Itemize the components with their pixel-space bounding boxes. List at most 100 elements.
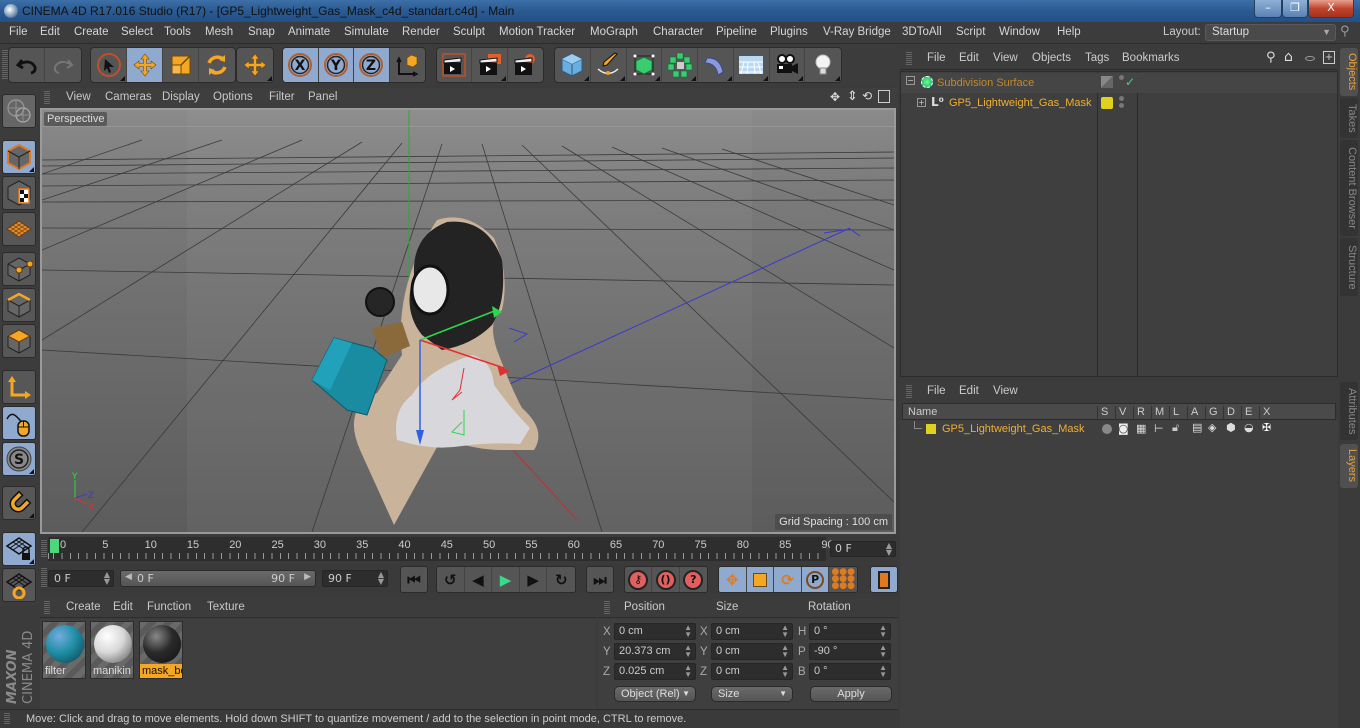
- collapse-icon[interactable]: −: [906, 76, 915, 85]
- magnet-button[interactable]: [2, 486, 36, 520]
- go-to-end-button[interactable]: ⏭: [587, 567, 613, 592]
- previous-frame-button[interactable]: ◀: [465, 567, 493, 592]
- camera-button[interactable]: [770, 48, 806, 82]
- maximize-view-icon[interactable]: [878, 90, 890, 103]
- menu-mesh[interactable]: Mesh: [205, 26, 233, 38]
- generator-icon[interactable]: ◈: [1208, 421, 1216, 434]
- size-z-field[interactable]: 0 cm ▲ ▼: [711, 663, 793, 680]
- viewport-menu-filter[interactable]: Filter: [269, 91, 295, 103]
- new-view-icon[interactable]: +: [1323, 51, 1335, 64]
- tab-takes[interactable]: Takes: [1340, 98, 1358, 138]
- model-mode-button[interactable]: [2, 140, 36, 174]
- enabled-check-icon[interactable]: ✓: [1125, 75, 1135, 89]
- position-z-field[interactable]: 0.025 cm ▲ ▼: [614, 663, 696, 680]
- layout-dropdown[interactable]: Startup ▼: [1205, 24, 1336, 41]
- render-dot-icon[interactable]: [1119, 103, 1124, 108]
- preview-range-slider[interactable]: ◀ 0 F 90 F ▶: [120, 570, 316, 587]
- previous-keyframe-button[interactable]: ↺: [437, 567, 465, 592]
- search-icon[interactable]: ⚲: [1340, 24, 1356, 40]
- menu-help[interactable]: Help: [1057, 26, 1081, 38]
- layer-color-icon[interactable]: [926, 424, 936, 434]
- menu-vray-bridge[interactable]: V-Ray Bridge: [823, 26, 891, 38]
- om-menu-objects[interactable]: Objects: [1032, 52, 1071, 64]
- spinner-icon[interactable]: ▲ ▼: [684, 644, 692, 659]
- render-clapper-icon[interactable]: ▦: [1136, 422, 1146, 435]
- spinner-icon[interactable]: ▲ ▼: [781, 644, 789, 659]
- lm-menu-file[interactable]: File: [927, 385, 946, 397]
- layer-manager-grip[interactable]: [906, 385, 912, 399]
- tab-layers[interactable]: Layers: [1340, 444, 1358, 488]
- rotation-p-field[interactable]: -90 ° ▲ ▼: [809, 643, 891, 660]
- keyframe-selection-button[interactable]: ?: [680, 567, 707, 592]
- viewport-menu-options[interactable]: Options: [213, 91, 253, 103]
- column-view[interactable]: V: [1115, 406, 1126, 421]
- solo-icon[interactable]: [1102, 424, 1112, 434]
- go-to-start-button[interactable]: ⏮: [401, 567, 427, 592]
- minimize-button[interactable]: –: [1254, 0, 1282, 18]
- material-menu-create[interactable]: Create: [66, 601, 101, 613]
- column-animation[interactable]: A: [1187, 406, 1198, 421]
- menu-select[interactable]: Select: [121, 26, 153, 38]
- visibility-dot-icon[interactable]: [1119, 75, 1124, 80]
- spinner-icon[interactable]: ▲ ▼: [104, 571, 110, 586]
- eye-toggle-icon[interactable]: [1305, 56, 1315, 61]
- axis-mode-button[interactable]: [2, 370, 36, 404]
- home-icon[interactable]: ⌂: [1284, 49, 1293, 65]
- lm-menu-edit[interactable]: Edit: [959, 385, 979, 397]
- menu-simulate[interactable]: Simulate: [344, 26, 389, 38]
- om-menu-file[interactable]: File: [927, 52, 946, 64]
- light-button[interactable]: [805, 48, 841, 82]
- live-selection-button[interactable]: [91, 48, 127, 82]
- expression-icon[interactable]: ◒: [1244, 421, 1254, 434]
- menu-edit[interactable]: Edit: [40, 26, 60, 38]
- object-name[interactable]: GP5_Lightweight_Gas_Mask: [949, 97, 1091, 109]
- z-axis-lock-button[interactable]: Z: [354, 48, 390, 82]
- visibility-dot-icon[interactable]: [1119, 96, 1124, 101]
- apply-button[interactable]: Apply: [810, 686, 892, 702]
- material-menu-edit[interactable]: Edit: [113, 601, 133, 613]
- menu-snap[interactable]: Snap: [248, 26, 275, 38]
- layer-color-tag-icon[interactable]: [1101, 97, 1113, 109]
- object-row-subdivision-surface[interactable]: − Subdivision Surface ✓: [901, 73, 1337, 93]
- recent-tool-button[interactable]: [237, 48, 273, 82]
- spinner-icon[interactable]: ▲ ▼: [684, 664, 692, 679]
- range-left-arrow-icon[interactable]: ◀: [125, 572, 132, 582]
- search-icon[interactable]: ⚲: [1266, 50, 1276, 65]
- material-manikin[interactable]: manikin: [90, 621, 134, 679]
- menu-sculpt[interactable]: Sculpt: [453, 26, 485, 38]
- redo-button[interactable]: [45, 48, 81, 82]
- timeline-window-button[interactable]: [871, 567, 897, 592]
- om-menu-view[interactable]: View: [993, 52, 1018, 64]
- spinner-icon[interactable]: ▲ ▼: [879, 644, 887, 659]
- column-generators[interactable]: G: [1205, 406, 1218, 421]
- camera-label[interactable]: Perspective: [44, 112, 108, 126]
- texture-mode-button[interactable]: [2, 176, 36, 210]
- column-manager[interactable]: M: [1151, 406, 1164, 421]
- key-point-level-button[interactable]: ●●● ●●● ●●●: [829, 567, 857, 592]
- menu-window[interactable]: Window: [999, 26, 1040, 38]
- spinner-icon[interactable]: ▲ ▼: [781, 624, 789, 639]
- object-manager-grip[interactable]: [906, 52, 912, 66]
- polygons-mode-button[interactable]: [2, 324, 36, 358]
- timeline-ruler[interactable]: 0 5 10 15 20 25 30 35 40 45 50 55 60 65 70 75 80 85 90: [48, 537, 834, 561]
- material-grip[interactable]: [44, 601, 50, 615]
- record-keys-button[interactable]: ⚷: [625, 567, 653, 592]
- current-frame-field[interactable]: 0 F ▲ ▼: [830, 541, 896, 557]
- viewport-menu-view[interactable]: View: [66, 91, 91, 103]
- size-x-field[interactable]: 0 cm ▲ ▼: [711, 623, 793, 640]
- rotation-b-field[interactable]: 0 ° ▲ ▼: [809, 663, 891, 680]
- viewport-menu-display[interactable]: Display: [162, 91, 200, 103]
- column-expressions[interactable]: E: [1241, 406, 1252, 421]
- render-view-button[interactable]: [437, 48, 473, 82]
- rotation-h-field[interactable]: 0 ° ▲ ▼: [809, 623, 891, 640]
- expand-icon[interactable]: +: [917, 98, 926, 107]
- viewport-grip[interactable]: [44, 91, 50, 105]
- make-editable-button[interactable]: [2, 94, 36, 128]
- om-menu-tags[interactable]: Tags: [1085, 52, 1109, 64]
- y-axis-lock-button[interactable]: Y: [318, 48, 354, 82]
- animation-icon[interactable]: ▤: [1192, 421, 1202, 434]
- position-y-field[interactable]: 20.373 cm ▲ ▼: [614, 643, 696, 660]
- menu-script[interactable]: Script: [956, 26, 985, 38]
- key-scale-button[interactable]: [746, 567, 775, 592]
- key-rotation-button[interactable]: ⟳: [774, 567, 802, 592]
